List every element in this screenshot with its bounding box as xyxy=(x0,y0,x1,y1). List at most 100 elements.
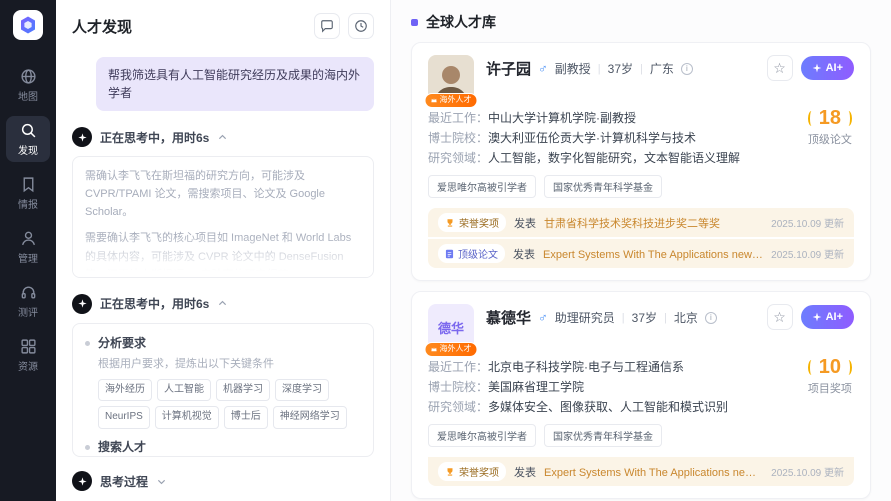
honor-badge: 荣誉奖项 xyxy=(438,462,506,481)
talent-card[interactable]: 德华 海外人才 慕德华 ♂ 助理研究员 | 37岁 | 北京 i xyxy=(411,291,871,499)
keyword-chip: NeurIPS xyxy=(98,406,150,429)
honor-badge: 荣誉奖项 xyxy=(438,213,506,232)
metric-label: 项目奖项 xyxy=(808,380,852,396)
highlight-action: 发表 xyxy=(514,215,536,231)
male-icon: ♂ xyxy=(538,310,548,325)
ai-avatar xyxy=(72,294,92,314)
info-icon[interactable]: i xyxy=(705,312,717,324)
expand-chevron-icon[interactable] xyxy=(156,476,167,487)
sidebar-item-discover[interactable]: 发现 xyxy=(6,116,50,162)
keyword-chip: 人工智能 xyxy=(157,379,211,402)
separator: | xyxy=(622,312,625,324)
step-bullet xyxy=(85,341,90,346)
highlight-time: 2025.10.09 更新 xyxy=(771,464,844,479)
grid-icon xyxy=(20,338,37,355)
clock-icon xyxy=(354,19,368,33)
sparkle-icon xyxy=(812,63,822,73)
age: 37岁 xyxy=(608,60,633,77)
ai-plus-button[interactable]: AI+ xyxy=(801,305,854,329)
research-field-row: 研究领域：人工智能，数字化智能研究，文本智能语义理解 xyxy=(428,150,748,167)
bookmark-icon xyxy=(20,176,37,193)
collapse-chevron-icon[interactable] xyxy=(217,132,228,143)
new-chat-button[interactable] xyxy=(314,13,340,39)
highlight-row[interactable]: 顶级论文 发表 Expert Systems With The Applicat… xyxy=(428,239,854,268)
agent-panel: 人才发现 帮我筛选具有人工智能研究经历及成果的海内外学者 正在思考中，用时6s … xyxy=(56,0,391,501)
sidebar-item-label: 测评 xyxy=(18,304,38,319)
headset-icon xyxy=(20,284,37,301)
keyword-chip: 海外经历 xyxy=(98,379,152,402)
keyword-chips: 海外经历 人工智能 机器学习 深度学习 NeurIPS 计算机视觉 博士后 神经… xyxy=(98,379,361,429)
metric-value: 10 xyxy=(819,356,841,379)
favorite-button[interactable]: ☆ xyxy=(767,55,793,81)
overseas-badge: 海外人才 xyxy=(425,342,478,357)
age: 37岁 xyxy=(632,309,657,326)
thinking-status-1: 正在思考中，用时6s xyxy=(72,127,374,147)
keyword-chip: 机器学习 xyxy=(216,379,270,402)
laurel-right-icon xyxy=(845,111,852,126)
thinking-process-label: 思考过程 xyxy=(100,473,148,490)
plan-step-analyze: 分析要求 根据用户要求，提炼出以下关键条件 海外经历 人工智能 机器学习 深度学… xyxy=(85,334,361,429)
info-icon[interactable]: i xyxy=(681,63,693,75)
favorite-button[interactable]: ☆ xyxy=(767,304,793,330)
thinking-content-1: 需确认李飞飞在斯坦福的研究方向，可能涉及 CVPR/TPAMI 论文，需搜索项目… xyxy=(72,156,374,278)
job-title: 副教授 xyxy=(555,60,591,77)
sidebar-item-label: 地图 xyxy=(18,88,38,103)
sidebar-item-map[interactable]: 地图 xyxy=(6,62,50,108)
phd-school-row: 博士院校：澳大利亚伍伦贡大学·计算机科学与技术 xyxy=(428,130,748,147)
talent-pool-header: 全球人才库 xyxy=(411,12,871,32)
talent-name[interactable]: 许子园 xyxy=(486,58,531,79)
thinking-status-text: 正在思考中，用时6s xyxy=(100,295,209,312)
metric-value: 18 xyxy=(819,107,841,130)
message-icon xyxy=(320,19,334,33)
laurel-right-icon xyxy=(845,360,852,375)
history-button[interactable] xyxy=(348,13,374,39)
thinking-process-toggle[interactable]: 思考过程 xyxy=(72,471,374,491)
research-field-row: 研究领域：多媒体安全、图像获取、人工智能和模式识别 xyxy=(428,399,748,416)
app-logo[interactable] xyxy=(13,10,43,40)
thinking-status-2: 正在思考中，用时6s xyxy=(72,294,374,314)
highlight-row[interactable]: 荣誉奖项 发表 Expert Systems With The Applicat… xyxy=(428,457,854,486)
honor-tag: 国家优秀青年科学基金 xyxy=(544,175,662,198)
highlight-time: 2025.10.09 更新 xyxy=(771,246,844,261)
map-icon xyxy=(20,68,37,85)
plan-step-search: 搜索人才 根据关键条件从人才库中筛选人才 xyxy=(85,438,361,457)
keyword-chip: 神经网络学习 xyxy=(273,406,347,429)
highlight-link[interactable]: Expert Systems With The Applications new… xyxy=(544,464,763,480)
user-icon xyxy=(20,230,37,247)
sidebar-item-intel[interactable]: 情报 xyxy=(6,170,50,216)
talent-card[interactable]: 海外人才 许子园 ♂ 副教授 | 37岁 | 广东 i ☆ xyxy=(411,42,871,281)
sidebar: 地图 发现 情报 管理 测评 xyxy=(0,0,56,501)
user-message: 帮我筛选具有人工智能研究经历及成果的海内外学者 xyxy=(96,57,374,111)
separator: | xyxy=(640,63,643,75)
logo-icon xyxy=(18,15,38,35)
section-title: 全球人才库 xyxy=(426,12,496,32)
male-icon: ♂ xyxy=(538,61,548,76)
talent-name[interactable]: 慕德华 xyxy=(486,307,531,328)
highlight-action: 发表 xyxy=(514,464,536,480)
separator: | xyxy=(598,63,601,75)
ai-avatar xyxy=(72,127,92,147)
collapse-chevron-icon[interactable] xyxy=(217,298,228,309)
location: 北京 xyxy=(674,309,698,326)
sidebar-item-label: 管理 xyxy=(18,250,38,265)
sparkle-icon xyxy=(812,312,822,322)
crown-icon xyxy=(431,97,438,104)
honor-tag: 国家优秀青年科学基金 xyxy=(544,424,662,447)
highlight-link[interactable]: 甘肃省科学技术奖科技进步奖二等奖 xyxy=(544,215,763,231)
paper-badge: 顶级论文 xyxy=(438,244,505,263)
keyword-chip: 深度学习 xyxy=(275,379,329,402)
section-bullet xyxy=(411,19,418,26)
highlight-row[interactable]: 荣誉奖项 发表 甘肃省科学技术奖科技进步奖二等奖 2025.10.09 更新 xyxy=(428,208,854,237)
sidebar-item-manage[interactable]: 管理 xyxy=(6,224,50,270)
sidebar-item-assess[interactable]: 测评 xyxy=(6,278,50,324)
honor-tag: 爱思唯尔高被引学者 xyxy=(428,175,536,198)
recent-work-row: 最近工作：中山大学计算机学院·副教授 xyxy=(428,110,748,127)
ai-avatar xyxy=(72,471,92,491)
honor-tag: 爱思唯尔高被引学者 xyxy=(428,424,536,447)
highlight-link[interactable]: Expert Systems With The Applications new… xyxy=(543,246,763,262)
talent-pool-panel: 全球人才库 海外人才 许子园 ♂ 副教授 xyxy=(391,0,891,501)
step-desc: 根据用户要求，提炼出以下关键条件 xyxy=(98,357,361,373)
sidebar-item-resource[interactable]: 资源 xyxy=(6,332,50,378)
ai-plus-button[interactable]: AI+ xyxy=(801,56,854,80)
metric-label: 顶级论文 xyxy=(808,131,852,147)
